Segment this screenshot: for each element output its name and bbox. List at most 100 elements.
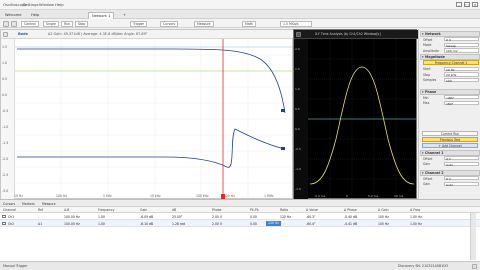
- frequency-channel-button[interactable]: Frequency Channel 1: [423, 60, 479, 66]
- ch2-gain-field[interactable]: Auto: [444, 181, 479, 187]
- table-cell: 1.00: [98, 221, 105, 226]
- x-tick: 100 Hz: [56, 194, 67, 198]
- math-button[interactable]: Math: [242, 20, 256, 27]
- col-header[interactable]: Frequency: [98, 208, 114, 212]
- field-label: Mode: [423, 43, 432, 48]
- table-cell: 1.00 Hz: [410, 214, 422, 219]
- stop-icon[interactable]: [11, 20, 17, 27]
- table-cell: 25.00°: [172, 214, 183, 219]
- connection-icon[interactable]: [472, 263, 477, 269]
- phase-trace: [17, 128, 286, 168]
- offset-field[interactable]: 0 V: [444, 37, 479, 42]
- plot-menu-icon[interactable]: [3, 31, 8, 37]
- bode-plot-canvas[interactable]: [15, 39, 294, 200]
- field-label: Offset: [423, 156, 433, 161]
- samples-field[interactable]: 100: [444, 77, 479, 83]
- sample-rate-field[interactable]: 1.5 MSa/s: [280, 20, 312, 27]
- table-tabs: Cursors Markers Measure: [0, 200, 480, 207]
- col-header[interactable]: Pk-Pk: [250, 208, 259, 212]
- col-header[interactable]: dB: [172, 208, 176, 212]
- add-channel-button[interactable]: + Add Channel: [422, 143, 478, 148]
- y-tick: 0.5: [2, 77, 8, 81]
- col-header[interactable]: Ref: [38, 208, 43, 212]
- table-row[interactable]: Ch1 - 100.00 Hz 1.00 -6.09 dB 25.00° 2.0…: [0, 213, 480, 220]
- table-cell: -60.3°: [306, 214, 316, 219]
- ch2-offset-field[interactable]: 0 V: [444, 176, 479, 181]
- app-window: Oscilloscope Settings Window Help – □ × …: [0, 0, 480, 270]
- mode-dropdown[interactable]: Sweep: [444, 42, 479, 48]
- tab-markers[interactable]: Markers: [22, 202, 35, 206]
- tab-bar: Welcome Help Network 1 +: [0, 10, 480, 19]
- xy-y-axis: 2.0 1.5 1.0 0.5 0.0 -0.5 -1.0 -1.5: [294, 39, 308, 200]
- col-header[interactable]: Δ Freq: [410, 208, 420, 212]
- measure-button[interactable]: Measure: [194, 20, 214, 27]
- menu-help[interactable]: Help: [55, 2, 64, 7]
- col-header[interactable]: Gain: [140, 208, 147, 212]
- phase-max-field[interactable]: 180°: [444, 100, 479, 106]
- tab-measure[interactable]: Measure: [42, 202, 56, 206]
- table-scrollbar[interactable]: [470, 213, 476, 260]
- y-tick: -3.0: [2, 189, 9, 193]
- table-cell: 0.00: [250, 214, 257, 219]
- maximize-icon[interactable]: □: [464, 2, 470, 7]
- table-cell: -6.10 dB: [140, 221, 154, 226]
- run-button[interactable]: Run: [61, 20, 74, 27]
- stop-freq-field[interactable]: 20 kHz: [444, 72, 479, 77]
- close-icon[interactable]: ×: [472, 2, 478, 7]
- col-header[interactable]: Phase: [212, 208, 222, 212]
- col-header[interactable]: Ratio: [280, 208, 288, 212]
- tab-welcome[interactable]: Welcome: [2, 12, 24, 19]
- field-label: Offset: [423, 37, 433, 42]
- trigger-button[interactable]: Trigger: [130, 20, 147, 27]
- marker-m2[interactable]: [281, 147, 285, 150]
- minimize-icon[interactable]: –: [456, 2, 462, 7]
- ch1-gain-field[interactable]: Auto: [444, 161, 479, 167]
- table-cell: 100 Hz: [378, 221, 389, 226]
- row-checkbox[interactable]: [2, 214, 6, 219]
- stop-button[interactable]: Stop: [75, 20, 89, 27]
- tab-cursors[interactable]: Cursors: [3, 202, 15, 206]
- row-checkbox[interactable]: [2, 221, 6, 226]
- add-tab-button[interactable]: +: [120, 12, 129, 19]
- cursor-x-label: 120 Hz: [224, 194, 235, 198]
- field-label: Amplitude: [423, 48, 439, 53]
- trigger-status: Manual Trigger: [3, 264, 28, 269]
- menu-window[interactable]: Window: [39, 2, 54, 7]
- control-button[interactable]: Control: [21, 20, 39, 27]
- current-run-button[interactable]: Current Run: [422, 131, 478, 136]
- menu-settings[interactable]: Settings: [23, 2, 39, 7]
- y-tick: -2.5: [2, 173, 9, 177]
- selected-cell[interactable]: 120 Hz: [266, 220, 281, 226]
- col-header[interactable]: Channel: [3, 208, 16, 212]
- table-row[interactable]: Ch2 A1 100.00 Hz 1.00 -6.10 dB 1.28 rad …: [0, 220, 480, 227]
- amplitude-field[interactable]: 100 mV: [444, 48, 479, 53]
- marker-m1[interactable]: [281, 109, 285, 112]
- table-cell: 1.00: [98, 214, 105, 219]
- xy-x-tick: -5.0 ms: [314, 194, 326, 198]
- table-cell: 1.00 Hz: [410, 221, 422, 226]
- tab-network[interactable]: Network 1: [88, 12, 115, 19]
- col-header[interactable]: Δ Phase: [344, 208, 357, 212]
- field-label: Gain: [423, 182, 431, 187]
- play-icon[interactable]: [3, 20, 9, 27]
- bode-plot-panel: Bode A2 Gain: 49.371dB | Average: 4.3E-8…: [0, 29, 294, 200]
- field-label: Stop: [423, 72, 431, 77]
- table-cell: 120 Hz: [280, 214, 291, 219]
- channel1-section: Channel 1 Offset 0 V Gain Auto: [420, 150, 480, 167]
- single-button[interactable]: Single: [43, 20, 59, 27]
- previous-test-button[interactable]: Previous Test: [422, 137, 478, 142]
- col-header[interactable]: A-B: [64, 208, 69, 212]
- col-header[interactable]: Δ Gain: [378, 208, 389, 212]
- col-header[interactable]: Δ Value: [306, 208, 318, 212]
- phase-min-field[interactable]: -180°: [444, 95, 479, 100]
- xy-plot-title: X-Y Time Analysis (b) Ch1/Ch2 Window[s]: [315, 32, 381, 36]
- xy-menu-icon[interactable]: [296, 31, 301, 37]
- cursors-button[interactable]: Cursors: [160, 20, 179, 27]
- tab-help[interactable]: Help: [28, 12, 42, 19]
- start-freq-field[interactable]: 10 Hz: [444, 66, 479, 72]
- measurement-table: Cursors Markers Measure Channel Ref A-B …: [0, 199, 480, 261]
- xy-plot-canvas[interactable]: [308, 39, 418, 200]
- ch1-offset-field[interactable]: 0 V: [444, 156, 479, 161]
- x-tick: 10 Hz: [14, 194, 23, 198]
- table-cell: -: [38, 214, 40, 219]
